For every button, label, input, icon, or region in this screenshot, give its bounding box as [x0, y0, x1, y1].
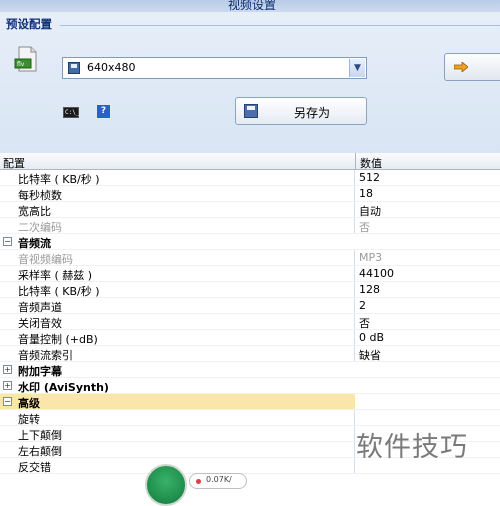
property-row[interactable]: 每秒桢数 18 [0, 186, 500, 202]
property-row[interactable]: 音量控制 (+dB) 0 dB [0, 330, 500, 346]
save-as-label: 另存为 [294, 106, 331, 120]
status-dot-icon [196, 479, 201, 484]
property-value[interactable]: 18 [359, 187, 373, 200]
floppy-disk-icon [244, 104, 258, 118]
preset-select-value: 640x480 [87, 61, 136, 74]
category-row[interactable]: + 水印 (AviSynth) [0, 378, 500, 394]
preset-group-title: 预设配置 [6, 17, 52, 31]
arrow-right-icon [454, 62, 468, 72]
cell-divider [354, 250, 355, 266]
property-row[interactable]: 音频流索引 缺省 [0, 346, 500, 362]
property-value[interactable]: 512 [359, 171, 380, 184]
cell-divider [354, 442, 355, 458]
cell-divider [354, 202, 355, 218]
cell-divider [354, 346, 355, 362]
cell-divider [354, 410, 355, 426]
cell-divider [354, 314, 355, 330]
cell-divider [354, 298, 355, 314]
row-divider [0, 473, 500, 474]
cell-divider [354, 282, 355, 298]
chevron-down-icon[interactable]: ▼ [349, 59, 365, 77]
expand-icon[interactable]: + [3, 365, 12, 374]
category-row[interactable]: − 高级 [0, 394, 500, 410]
property-row[interactable]: 二次编码否 [0, 218, 500, 234]
property-value[interactable]: 0 dB [359, 331, 384, 344]
cell-divider [354, 458, 355, 474]
command-line-icon[interactable]: C:\_ [63, 107, 79, 118]
column-header-name: 配置 [3, 157, 25, 170]
property-row[interactable]: 采样率 ( 赫兹 ) 44100 [0, 266, 500, 282]
cell-divider [354, 330, 355, 346]
svg-text:flv: flv [17, 61, 25, 68]
property-row[interactable]: 音视频编码 MP3 [0, 250, 500, 266]
grid-header: 配置 数值 [0, 153, 500, 170]
category-row[interactable]: + 附加字幕 [0, 362, 500, 378]
cell-divider [354, 170, 355, 186]
video-format-icon [68, 62, 80, 74]
category-row[interactable]: − 音频流 [0, 234, 500, 250]
expand-icon[interactable]: + [3, 381, 12, 390]
property-row[interactable]: 关闭音效否 [0, 314, 500, 330]
save-as-button[interactable]: 另存为 [235, 97, 367, 125]
property-row[interactable]: 宽高比 自动 [0, 202, 500, 218]
property-value[interactable]: 44100 [359, 267, 394, 280]
group-divider [60, 25, 500, 26]
watermark-text: 软件技巧 [356, 432, 468, 463]
preset-select[interactable]: 640x480 ▼ [62, 57, 367, 79]
apply-preset-button[interactable] [444, 53, 500, 81]
property-row[interactable]: 比特率 ( KB/秒 ) 128 [0, 282, 500, 298]
property-value[interactable]: 128 [359, 283, 380, 296]
cell-divider [354, 218, 355, 234]
speed-indicator: 0.07K/ [189, 473, 247, 489]
property-row[interactable]: 音频声道 2 [0, 298, 500, 314]
property-row[interactable]: 旋转 [0, 410, 500, 426]
property-value: MP3 [359, 251, 383, 264]
property-value[interactable]: 2 [359, 299, 366, 312]
cell-divider [354, 426, 355, 442]
help-icon[interactable]: ? [97, 105, 110, 118]
window-titlebar: 视频设置 [0, 0, 500, 12]
start-button[interactable] [145, 464, 187, 506]
collapse-icon[interactable]: − [3, 397, 12, 406]
preset-panel: 预设配置 flv 640x480 ▼ C:\_ ? 另存为 [0, 12, 500, 153]
flv-file-icon: flv [14, 46, 37, 72]
column-header-value: 数值 [360, 157, 382, 170]
cell-divider [354, 266, 355, 282]
cell-divider [354, 186, 355, 202]
property-row[interactable]: 比特率 ( KB/秒 ) 512 [0, 170, 500, 186]
collapse-icon[interactable]: − [3, 237, 12, 246]
column-separator[interactable] [355, 153, 356, 170]
